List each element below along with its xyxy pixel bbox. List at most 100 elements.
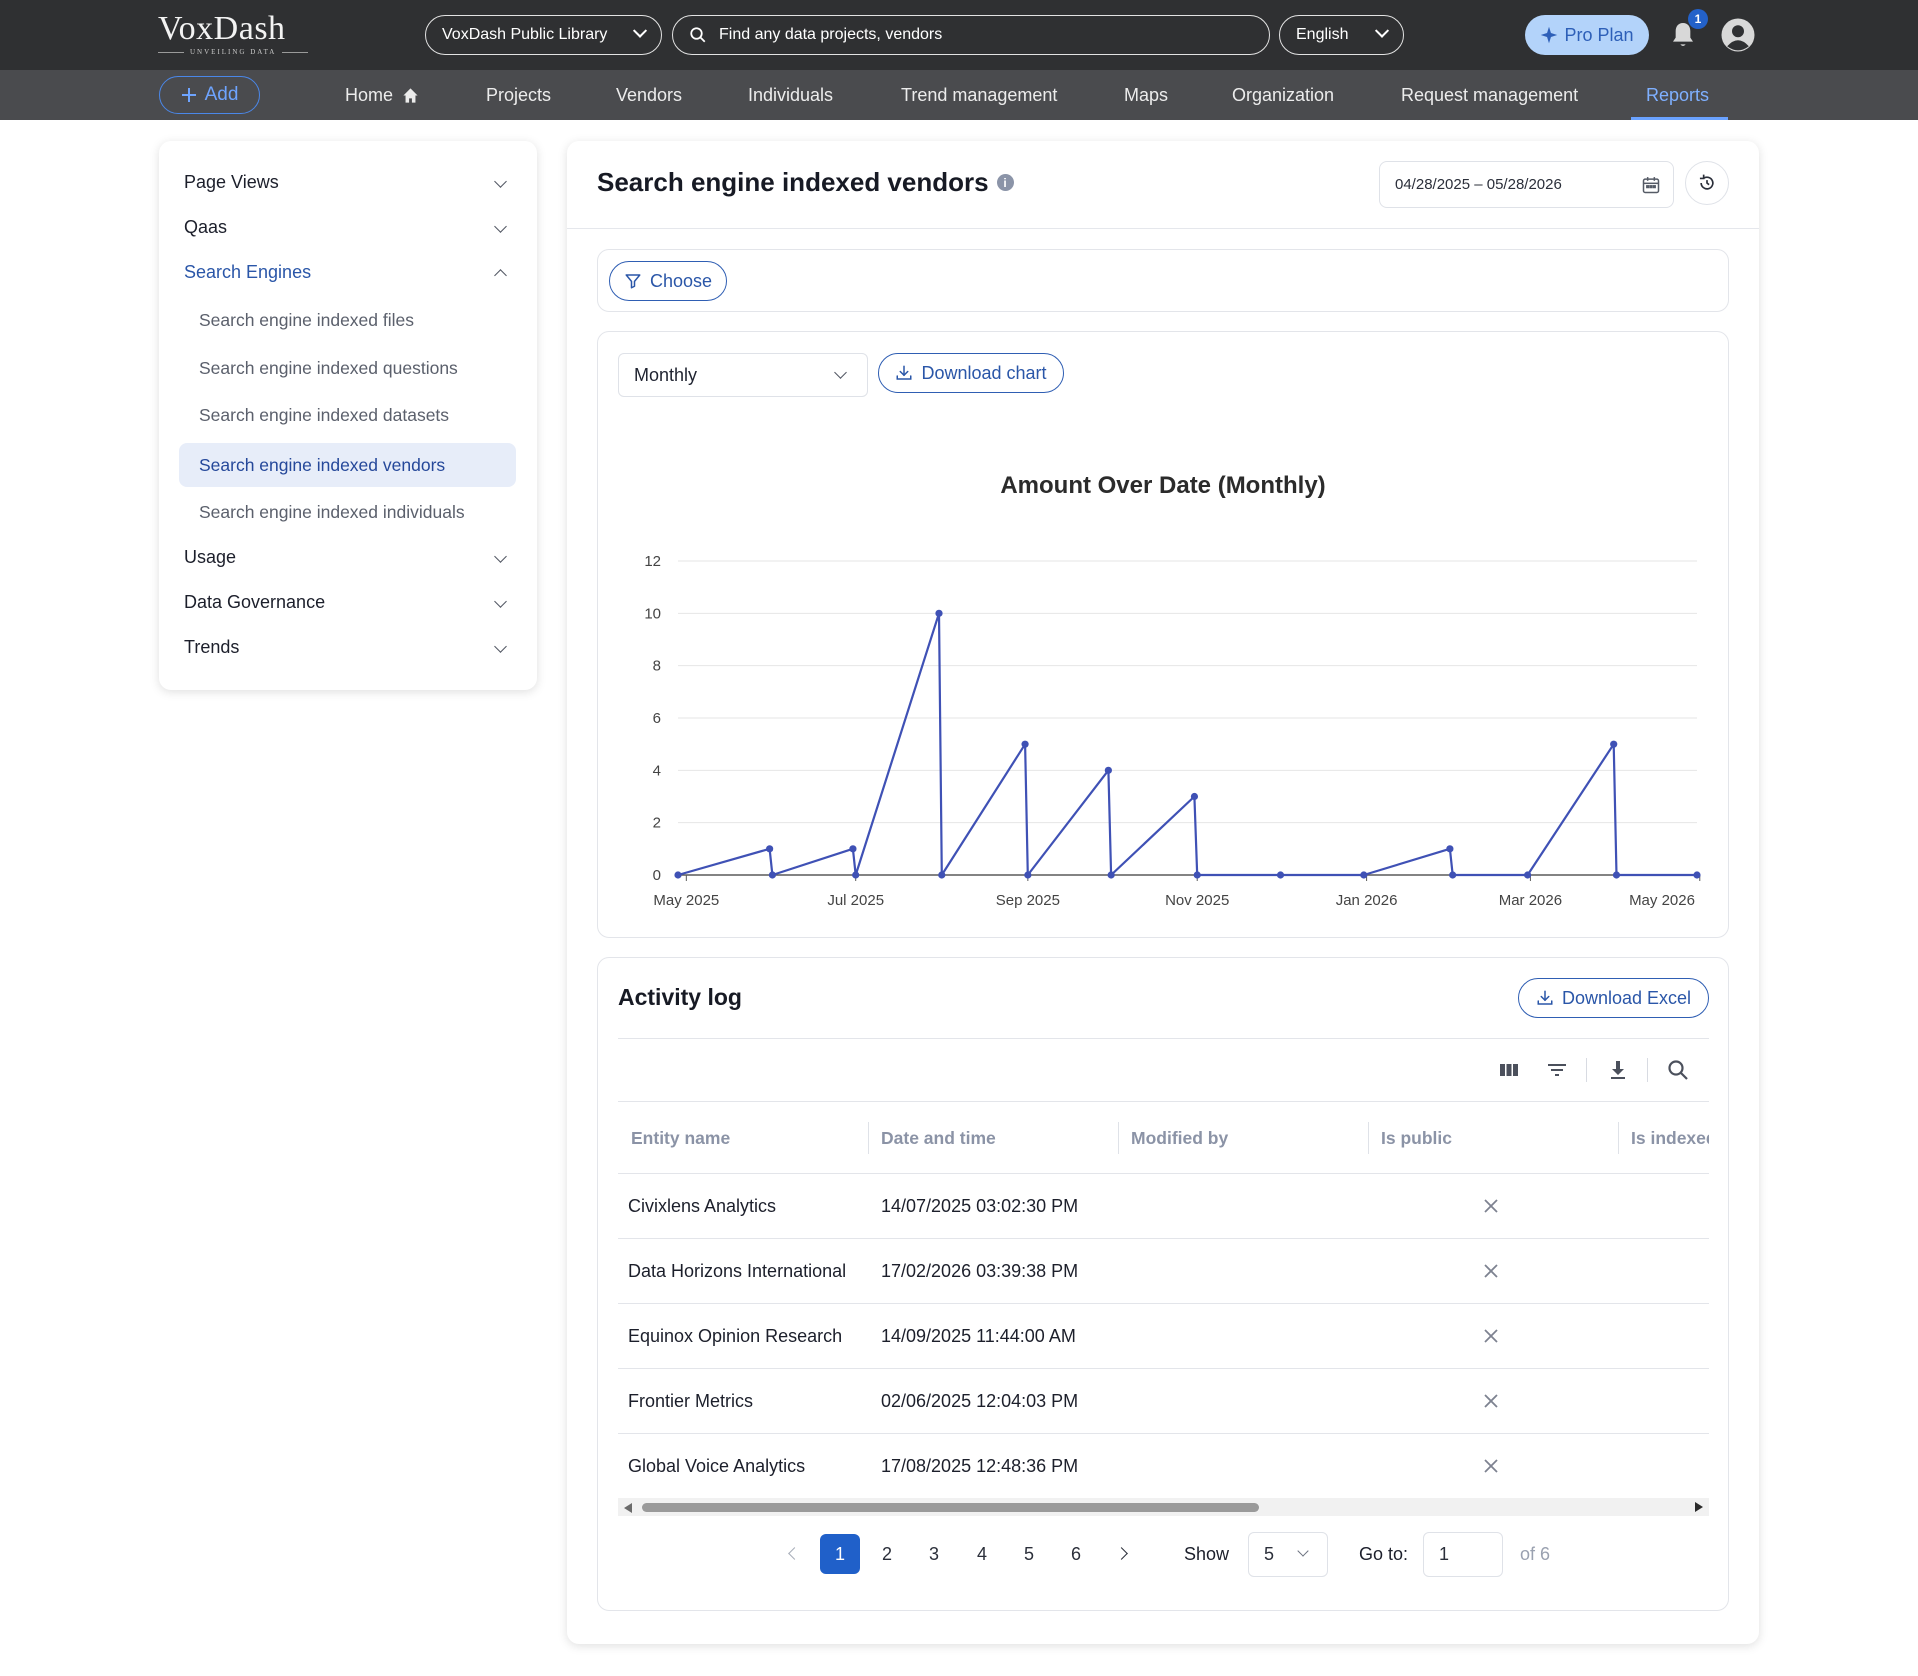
cell-date-time: 14/09/2025 11:44:00 AM <box>881 1325 1076 1346</box>
nav-item-request-management[interactable]: Request management <box>1401 70 1578 120</box>
pro-plan-button[interactable]: Pro Plan <box>1525 15 1649 55</box>
data-point <box>1449 871 1457 879</box>
cell-entity-name: Civixlens Analytics <box>628 1195 777 1216</box>
top-bar: VoxDash UNVEILING DATA VoxDash Public Li… <box>0 0 1918 70</box>
nav-item-organization[interactable]: Organization <box>1232 70 1334 120</box>
nav-item-individuals[interactable]: Individuals <box>748 70 833 120</box>
scroll-left-arrow-icon[interactable] <box>624 1503 632 1513</box>
pro-plan-label: Pro Plan <box>1564 24 1634 45</box>
add-button[interactable]: Add <box>159 76 260 114</box>
period-value: Monthly <box>634 364 698 385</box>
column-header-entity-name[interactable]: Entity name <box>631 1122 861 1154</box>
horizontal-scrollbar[interactable] <box>618 1498 1709 1516</box>
global-search-input[interactable]: Find any data projects, vendors <box>672 15 1270 55</box>
filter-list-icon[interactable] <box>1545 1058 1569 1082</box>
columns-icon[interactable] <box>1497 1058 1521 1082</box>
page-size-select[interactable]: 5 <box>1248 1532 1328 1577</box>
sidebar-item-indexed-datasets[interactable]: Search engine indexed datasets <box>179 393 516 437</box>
reset-icon <box>1699 174 1714 190</box>
chevron-down-icon <box>494 220 507 233</box>
sidebar-section-page-views[interactable]: Page Views <box>159 160 537 204</box>
active-nav-indicator <box>1631 117 1728 120</box>
sidebar-section-search-engines[interactable]: Search Engines <box>159 250 537 294</box>
pagination: 1 2 3 4 5 6 Show 5 Go to: 1 of 6 <box>598 1532 1728 1577</box>
next-page-button[interactable] <box>1104 1534 1144 1574</box>
data-point <box>1193 871 1201 879</box>
nav-item-home[interactable]: Home <box>345 70 419 120</box>
show-label: Show <box>1184 1543 1230 1564</box>
sidebar-item-indexed-questions[interactable]: Search engine indexed questions <box>179 346 516 390</box>
export-download-icon[interactable] <box>1606 1058 1630 1082</box>
chevron-down-icon <box>494 175 507 188</box>
nav-item-vendors[interactable]: Vendors <box>616 70 682 120</box>
x-tick-label: May 2025 <box>653 892 719 909</box>
table-row[interactable]: Civixlens Analytics 14/07/2025 03:02:30 … <box>618 1173 1709 1238</box>
search-icon <box>690 27 706 43</box>
page-button-4[interactable]: 4 <box>962 1534 1002 1574</box>
period-select[interactable]: Monthly <box>618 353 868 397</box>
download-chart-button[interactable]: Download chart <box>878 353 1064 393</box>
data-point <box>1693 871 1701 879</box>
data-point <box>1276 871 1285 879</box>
column-header-date-time[interactable]: Date and time <box>881 1122 1111 1154</box>
choose-filter-button[interactable]: Choose <box>609 261 727 301</box>
column-header-modified-by[interactable]: Modified by <box>1131 1122 1361 1154</box>
library-selector[interactable]: VoxDash Public Library <box>425 15 662 55</box>
page-button-1[interactable]: 1 <box>820 1534 860 1574</box>
page-title: Search engine indexed vendors i <box>597 167 1014 198</box>
data-point <box>1021 740 1029 748</box>
sidebar-item-indexed-files[interactable]: Search engine indexed files <box>179 298 516 342</box>
chevron-down-icon <box>494 595 507 608</box>
voxdash-logo[interactable]: VoxDash UNVEILING DATA <box>158 12 318 58</box>
page-button-3[interactable]: 3 <box>914 1534 954 1574</box>
download-icon <box>896 365 912 380</box>
goto-page-input[interactable]: 1 <box>1423 1532 1503 1577</box>
data-point <box>1104 766 1112 774</box>
column-header-is-public[interactable]: Is public <box>1381 1122 1611 1154</box>
cell-entity-name: Global Voice Analytics <box>628 1455 806 1476</box>
scroll-right-arrow-icon[interactable] <box>1695 1502 1703 1512</box>
sidebar-section-trends[interactable]: Trends <box>159 625 537 669</box>
download-excel-button[interactable]: Download Excel <box>1518 978 1709 1018</box>
data-point <box>849 845 857 853</box>
divider <box>567 228 1759 229</box>
page-button-2[interactable]: 2 <box>867 1534 907 1574</box>
sidebar-section-usage[interactable]: Usage <box>159 535 537 579</box>
reports-sidebar: Page Views Qaas Search Engines Search en… <box>159 141 537 690</box>
data-point <box>1107 871 1115 879</box>
user-avatar-icon[interactable] <box>1720 17 1756 53</box>
nav-item-trend-management[interactable]: Trend management <box>901 70 1057 120</box>
y-tick-label: 0 <box>653 867 661 884</box>
sidebar-item-indexed-vendors[interactable]: Search engine indexed vendors <box>179 443 516 487</box>
cell-date-time: 02/06/2025 12:04:03 PM <box>881 1390 1079 1411</box>
sidebar-section-qaas[interactable]: Qaas <box>159 205 537 249</box>
language-selector[interactable]: English <box>1279 15 1404 55</box>
sidebar-section-data-governance[interactable]: Data Governance <box>159 580 537 624</box>
scrollbar-thumb[interactable] <box>642 1503 1259 1512</box>
page-button-5[interactable]: 5 <box>1009 1534 1049 1574</box>
table-row[interactable]: Frontier Metrics 02/06/2025 12:04:03 PM <box>618 1368 1709 1433</box>
divider <box>618 1038 1709 1039</box>
nav-item-reports[interactable]: Reports <box>1646 70 1709 120</box>
page-button-6[interactable]: 6 <box>1056 1534 1096 1574</box>
nav-item-maps[interactable]: Maps <box>1124 70 1168 120</box>
x-tick-label: Sep 2025 <box>996 892 1060 909</box>
table-row[interactable]: Data Horizons International 17/02/2026 0… <box>618 1238 1709 1303</box>
language-label: English <box>1296 26 1349 43</box>
nav-item-projects[interactable]: Projects <box>486 70 551 120</box>
table-row[interactable]: Global Voice Analytics 17/08/2025 12:48:… <box>618 1433 1709 1498</box>
cell-entity-name: Equinox Opinion Research <box>628 1325 843 1346</box>
info-icon[interactable]: i <box>996 174 1014 191</box>
cell-date-time: 17/08/2025 12:48:36 PM <box>881 1455 1079 1476</box>
search-icon[interactable] <box>1666 1058 1690 1082</box>
prev-page-button[interactable] <box>773 1534 813 1574</box>
reset-date-button[interactable] <box>1685 161 1729 205</box>
chevron-down-icon <box>1374 23 1390 38</box>
sidebar-item-indexed-individuals[interactable]: Search engine indexed individuals <box>179 490 516 534</box>
chevron-down-icon <box>494 550 507 563</box>
divider <box>618 1101 1709 1102</box>
column-header-is-indexed[interactable]: Is indexed <box>1631 1122 1709 1154</box>
date-range-picker[interactable]: 04/28/2025 – 05/28/2026 <box>1379 161 1674 208</box>
table-row[interactable]: Equinox Opinion Research 14/09/2025 11:4… <box>618 1303 1709 1368</box>
sparkle-icon <box>1541 26 1558 44</box>
